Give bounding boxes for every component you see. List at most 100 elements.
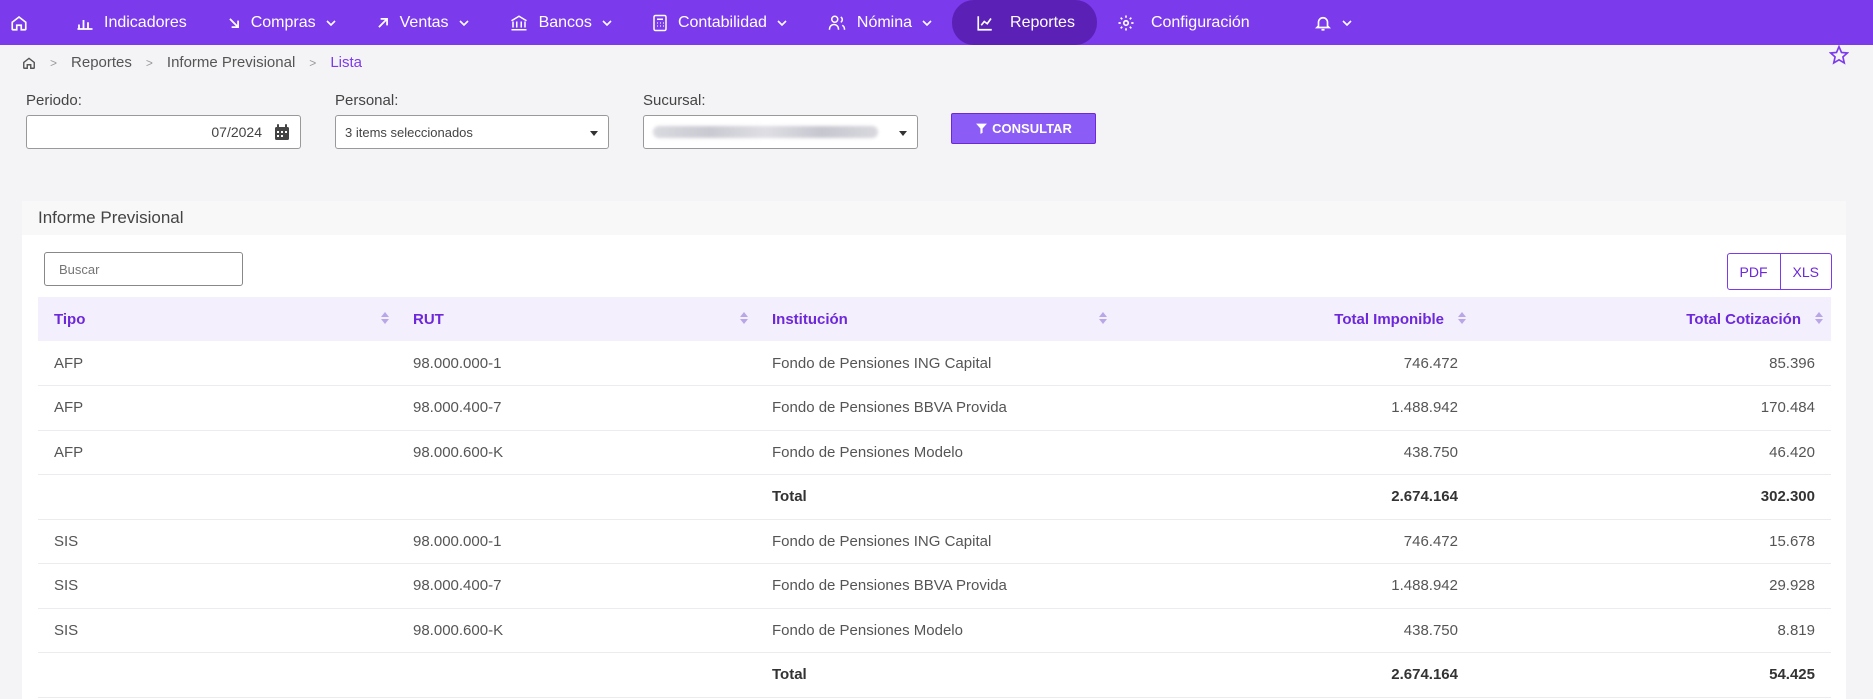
nav-item-bancos[interactable]: Bancos [489,0,632,45]
cell-rut: 98.000.000-1 [397,341,756,386]
report-table: Tipo RUT Institución Total Imponible Tot… [38,297,1831,698]
caret-down-icon [899,131,907,136]
table-row: AFP 98.000.600-K Fondo de Pensiones Modelo… [38,430,1831,475]
nav-item-ventas[interactable]: Ventas [356,0,489,45]
cell-rut: 98.000.600-K [397,430,756,475]
sort-icon [740,312,748,324]
xls-button[interactable]: XLS [1780,253,1832,290]
panel-header: Informe Previsional [22,201,1846,235]
calculator-icon [653,14,667,31]
users-icon [828,15,846,30]
cell-rut [397,652,756,698]
breadcrumb: > Reportes > Informe Previsional > Lista [22,54,362,71]
search-input[interactable] [44,252,243,286]
breadcrumb-separator: > [50,55,58,70]
chevron-down-icon [1342,19,1352,26]
cell-inst: Fondo de Pensiones ING Capital [756,341,1115,386]
line-chart-icon [977,15,992,31]
periodo-filter: Periodo: 07/2024 [26,92,301,149]
table-row: SIS 98.000.600-K Fondo de Pensiones Modelo… [38,608,1831,653]
periodo-input[interactable]: 07/2024 [26,115,301,149]
nav-label: Contabilidad [677,13,767,31]
sucursal-select[interactable] [643,115,918,149]
cell-cotizacion: 29.928 [1474,563,1831,609]
column-header-total-cotizacion[interactable]: Total Cotización [1474,297,1831,341]
nav-item-indicadores[interactable]: Indicadores [56,0,207,45]
cell-inst: Fondo de Pensiones BBVA Provida [756,563,1115,609]
table-total-row: Total 2.674.164 302.300 [38,474,1831,520]
cell-inst: Fondo de Pensiones BBVA Provida [756,385,1115,431]
home-button[interactable] [0,0,38,45]
cell-rut: 98.000.400-7 [397,385,756,431]
table-total-row: Total 2.674.164 54.425 [38,652,1831,698]
cell-cotizacion: 15.678 [1474,519,1831,564]
breadcrumb-item-reportes[interactable]: Reportes [71,54,132,71]
cell-rut: 98.000.400-7 [397,563,756,609]
chevron-down-icon [602,19,612,26]
cell-imponible: 1.488.942 [1115,563,1474,609]
column-header-institucion[interactable]: Institución [756,297,1115,341]
favorite-star-icon[interactable] [1829,45,1849,65]
chevron-down-icon [458,19,469,26]
cell-imponible: 1.488.942 [1115,385,1474,431]
consultar-button[interactable]: CONSULTAR [951,113,1096,144]
nav-label: Ventas [399,13,449,31]
nav-item-configuracion[interactable]: Configuración [1097,0,1270,45]
table-row: AFP 98.000.000-1 Fondo de Pensiones ING Ca… [38,341,1831,386]
filter-icon [976,123,988,134]
sort-icon [1458,312,1466,324]
sucursal-filter: Sucursal: [643,92,918,149]
cell-rut: 98.000.600-K [397,608,756,653]
nav-label: Reportes [1010,13,1075,31]
cell-cotizacion: 302.300 [1474,474,1831,520]
personal-filter: Personal: 3 items seleccionados [335,92,609,149]
cell-inst: Total [756,474,1115,520]
table-row: SIS 98.000.000-1 Fondo de Pensiones ING Ca… [38,519,1831,564]
notifications-button[interactable] [1294,0,1372,45]
nav-label: Bancos [538,13,592,31]
nav-item-reportes[interactable]: Reportes [952,0,1097,45]
nav-item-contabilidad[interactable]: Contabilidad [632,0,807,45]
column-header-rut[interactable]: RUT [397,297,756,341]
home-icon[interactable] [22,56,36,70]
breadcrumb-separator: > [145,55,153,70]
breadcrumb-current: Lista [330,54,362,71]
cell-tipo: AFP [38,430,397,475]
cell-imponible: 438.750 [1115,608,1474,653]
personal-label: Personal: [335,92,399,109]
cell-cotizacion: 46.420 [1474,430,1831,475]
caret-down-icon [590,131,598,136]
personal-select[interactable]: 3 items seleccionados [335,115,609,149]
calendar-icon[interactable] [274,124,290,141]
chevron-down-icon [777,19,787,26]
personal-value: 3 items seleccionados [345,124,473,140]
cell-imponible: 746.472 [1115,341,1474,386]
cell-tipo: SIS [38,519,397,564]
table-row: SIS 98.000.400-7 Fondo de Pensiones BBVA P… [38,563,1831,609]
home-icon [11,15,27,31]
export-buttons: PDF XLS [1726,253,1832,290]
cell-imponible: 438.750 [1115,430,1474,475]
nav-item-compras[interactable]: Compras [207,0,356,45]
column-header-tipo[interactable]: Tipo [38,297,397,341]
cell-cotizacion: 85.396 [1474,341,1831,386]
nav-label: Nómina [856,13,913,31]
chevron-down-icon [922,19,932,26]
breadcrumb-item-informe[interactable]: Informe Previsional [167,54,295,71]
top-nav: Indicadores Compras Ventas Bancos Contab… [0,0,1873,45]
table-row: AFP 98.000.400-7 Fondo de Pensiones BBVA P… [38,385,1831,431]
sort-icon [1815,312,1823,324]
arrow-down-right-icon [229,17,239,28]
cell-inst: Fondo de Pensiones Modelo [756,430,1115,475]
breadcrumb-separator: > [309,55,317,70]
cell-rut [397,474,756,520]
pdf-button[interactable]: PDF [1726,253,1781,290]
column-header-total-imponible[interactable]: Total Imponible [1115,297,1474,341]
cell-inst: Fondo de Pensiones Modelo [756,608,1115,653]
nav-item-nomina[interactable]: Nómina [807,0,952,45]
periodo-value: 07/2024 [211,124,262,140]
cell-imponible: 2.674.164 [1115,474,1474,520]
cell-inst: Total [756,652,1115,698]
bank-icon [510,14,527,30]
sort-icon [381,312,389,324]
